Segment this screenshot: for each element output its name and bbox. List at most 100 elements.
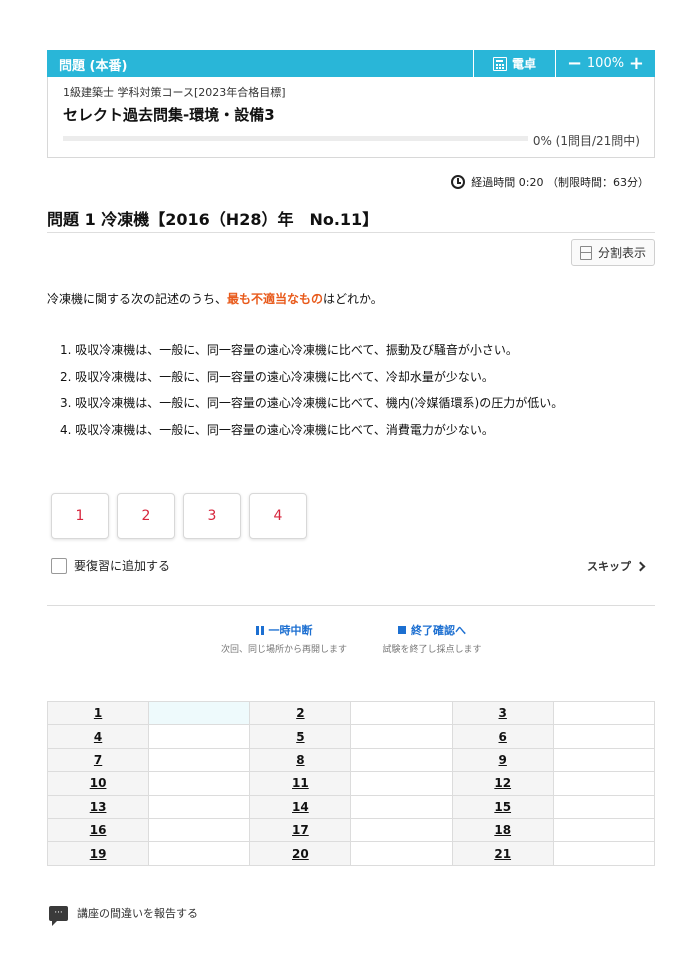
pause-label: 一時中断	[268, 624, 313, 637]
answer-status-cell	[148, 817, 251, 843]
question-link[interactable]: 5	[249, 724, 352, 749]
answer-button-3[interactable]: 3	[183, 493, 241, 539]
question-link[interactable]: 3	[451, 700, 554, 726]
finish-button[interactable]: 終了確認へ 試験を終了し採点します	[372, 622, 492, 655]
answer-status-cell	[552, 724, 656, 749]
answer-status-cell	[350, 700, 453, 726]
zoom-out-button[interactable]: −	[567, 54, 582, 73]
header-title: 問題 (本番)	[59, 59, 128, 74]
answer-buttons: 1 2 3 4	[51, 493, 307, 539]
question-link[interactable]: 9	[451, 747, 554, 773]
choice-item: 4. 吸収冷凍機は、一般に、同一容量の遠心冷凍機に比べて、消費電力が少ない。	[60, 422, 494, 437]
question-link[interactable]: 6	[451, 724, 554, 749]
answer-button-1[interactable]: 1	[51, 493, 109, 539]
finish-label: 終了確認へ	[411, 624, 466, 637]
exam-header-panel: 問題 (本番) 電卓 − 100% + 1級建築士 学科対策コース[2023年合…	[47, 50, 655, 158]
grid-row: 4 5 6	[46, 724, 656, 749]
answer-status-cell	[552, 700, 656, 726]
zoom-in-button[interactable]: +	[629, 54, 644, 73]
question-link[interactable]: 14	[249, 794, 352, 819]
question-link[interactable]: 8	[249, 747, 352, 773]
question-link[interactable]: 19	[46, 841, 150, 866]
split-view-button[interactable]: 分割表示	[571, 239, 655, 266]
stop-icon	[398, 626, 406, 634]
question-link[interactable]: 12	[451, 771, 554, 796]
answer-button-2[interactable]: 2	[117, 493, 175, 539]
calculator-icon	[492, 56, 507, 71]
answer-status-cell	[350, 794, 453, 819]
split-view-label: 分割表示	[597, 246, 646, 260]
question-link[interactable]: 2	[249, 700, 352, 726]
choice-item: 1. 吸収冷凍機は、一般に、同一容量の遠心冷凍機に比べて、振動及び騒音が小さい。	[60, 343, 518, 357]
question-link[interactable]: 16	[46, 817, 150, 843]
answer-status-cell	[148, 841, 251, 866]
chevron-right-icon	[635, 561, 646, 571]
course-name: 1級建築士 学科対策コース[2023年合格目標]	[63, 86, 286, 99]
grid-row: 1 2 3	[46, 700, 656, 726]
answer-button-4[interactable]: 4	[249, 493, 307, 539]
grid-row: 13 14 15	[46, 794, 656, 819]
progress-bar	[63, 136, 528, 141]
answer-status-cell	[148, 794, 251, 819]
grid-row: 7 8 9	[46, 747, 656, 773]
split-view-icon	[579, 245, 592, 260]
review-toggle[interactable]: 要復習に追加する	[51, 557, 170, 574]
answer-status-cell	[552, 841, 656, 866]
answer-status-cell	[350, 747, 453, 773]
question-link[interactable]: 13	[46, 794, 150, 819]
skip-button[interactable]: スキップ	[587, 558, 646, 574]
skip-label: スキップ	[587, 560, 631, 573]
question-link[interactable]: 10	[46, 771, 150, 796]
answer-status-cell	[350, 724, 453, 749]
pause-icon	[255, 625, 264, 635]
question-prompt: 冷凍機に関する次の記述のうち、最も不適当なものはどれか。	[47, 290, 383, 307]
answer-status-cell	[350, 817, 453, 843]
answer-status-cell	[350, 841, 453, 866]
question-link[interactable]: 1	[46, 700, 150, 726]
timer-text: 経過時間 0:20 （制限時間：63分）	[471, 176, 649, 189]
review-checkbox[interactable]	[51, 557, 67, 574]
pause-button[interactable]: 一時中断 次回、同じ場所から再開します	[214, 622, 354, 655]
answer-status-cell	[148, 747, 251, 773]
pause-subtext: 次回、同じ場所から再開します	[220, 645, 347, 655]
prompt-text-end: はどれか。	[323, 292, 383, 306]
clock-icon	[451, 175, 466, 189]
prompt-emphasis: 最も不適当なもの	[227, 292, 324, 306]
answer-status-cell	[350, 771, 453, 796]
review-label: 要復習に追加する	[74, 559, 171, 573]
elapsed-timer: 経過時間 0:20 （制限時間：63分）	[451, 174, 649, 190]
grid-row: 19 20 21	[46, 841, 656, 866]
question-link[interactable]: 11	[249, 771, 352, 796]
question-link[interactable]: 21	[451, 841, 554, 866]
answer-status-cell	[148, 771, 251, 796]
question-link[interactable]: 4	[46, 724, 150, 749]
choice-item: 3. 吸収冷凍機は、一般に、同一容量の遠心冷凍機に比べて、機内(冷媒循環系)の圧…	[60, 396, 564, 410]
zoom-level: 100%	[586, 56, 625, 71]
question-link[interactable]: 17	[249, 817, 352, 843]
choice-list: 1. 吸収冷凍機は、一般に、同一容量の遠心冷凍機に比べて、振動及び騒音が小さい。…	[60, 342, 563, 448]
report-label: 講座の間違いを報告する	[77, 907, 198, 920]
calculator-button[interactable]: 電卓	[473, 50, 555, 77]
progress-text: 0% (1問目/21問中)	[532, 134, 640, 148]
question-heading: 問題 1 冷凍機【2016（H28）年 No.11】	[47, 210, 379, 229]
divider	[47, 232, 655, 233]
question-link[interactable]: 20	[249, 841, 352, 866]
zoom-control: − 100% +	[555, 50, 655, 77]
prompt-text: 冷凍機に関する次の記述のうち、	[47, 292, 228, 306]
answer-status-cell	[552, 817, 656, 843]
report-error-link[interactable]: ··· 講座の間違いを報告する	[49, 905, 198, 926]
speech-bubble-icon: ···	[49, 905, 68, 926]
divider	[47, 605, 655, 606]
answer-status-cell	[552, 794, 656, 819]
answer-status-cell	[552, 771, 656, 796]
choice-item: 2. 吸収冷凍機は、一般に、同一容量の遠心冷凍機に比べて、冷却水量が少ない。	[60, 369, 494, 384]
answer-status-cell	[148, 724, 251, 749]
answer-status-cell	[552, 747, 656, 773]
question-link[interactable]: 18	[451, 817, 554, 843]
finish-subtext: 試験を終了し採点します	[382, 645, 482, 655]
question-link[interactable]: 7	[46, 747, 150, 773]
grid-row: 10 11 12	[46, 771, 656, 796]
question-link[interactable]: 15	[451, 794, 554, 819]
set-title: セレクト過去問集-環境・設備3	[63, 106, 275, 124]
header-bar: 問題 (本番) 電卓 − 100% +	[47, 50, 655, 77]
